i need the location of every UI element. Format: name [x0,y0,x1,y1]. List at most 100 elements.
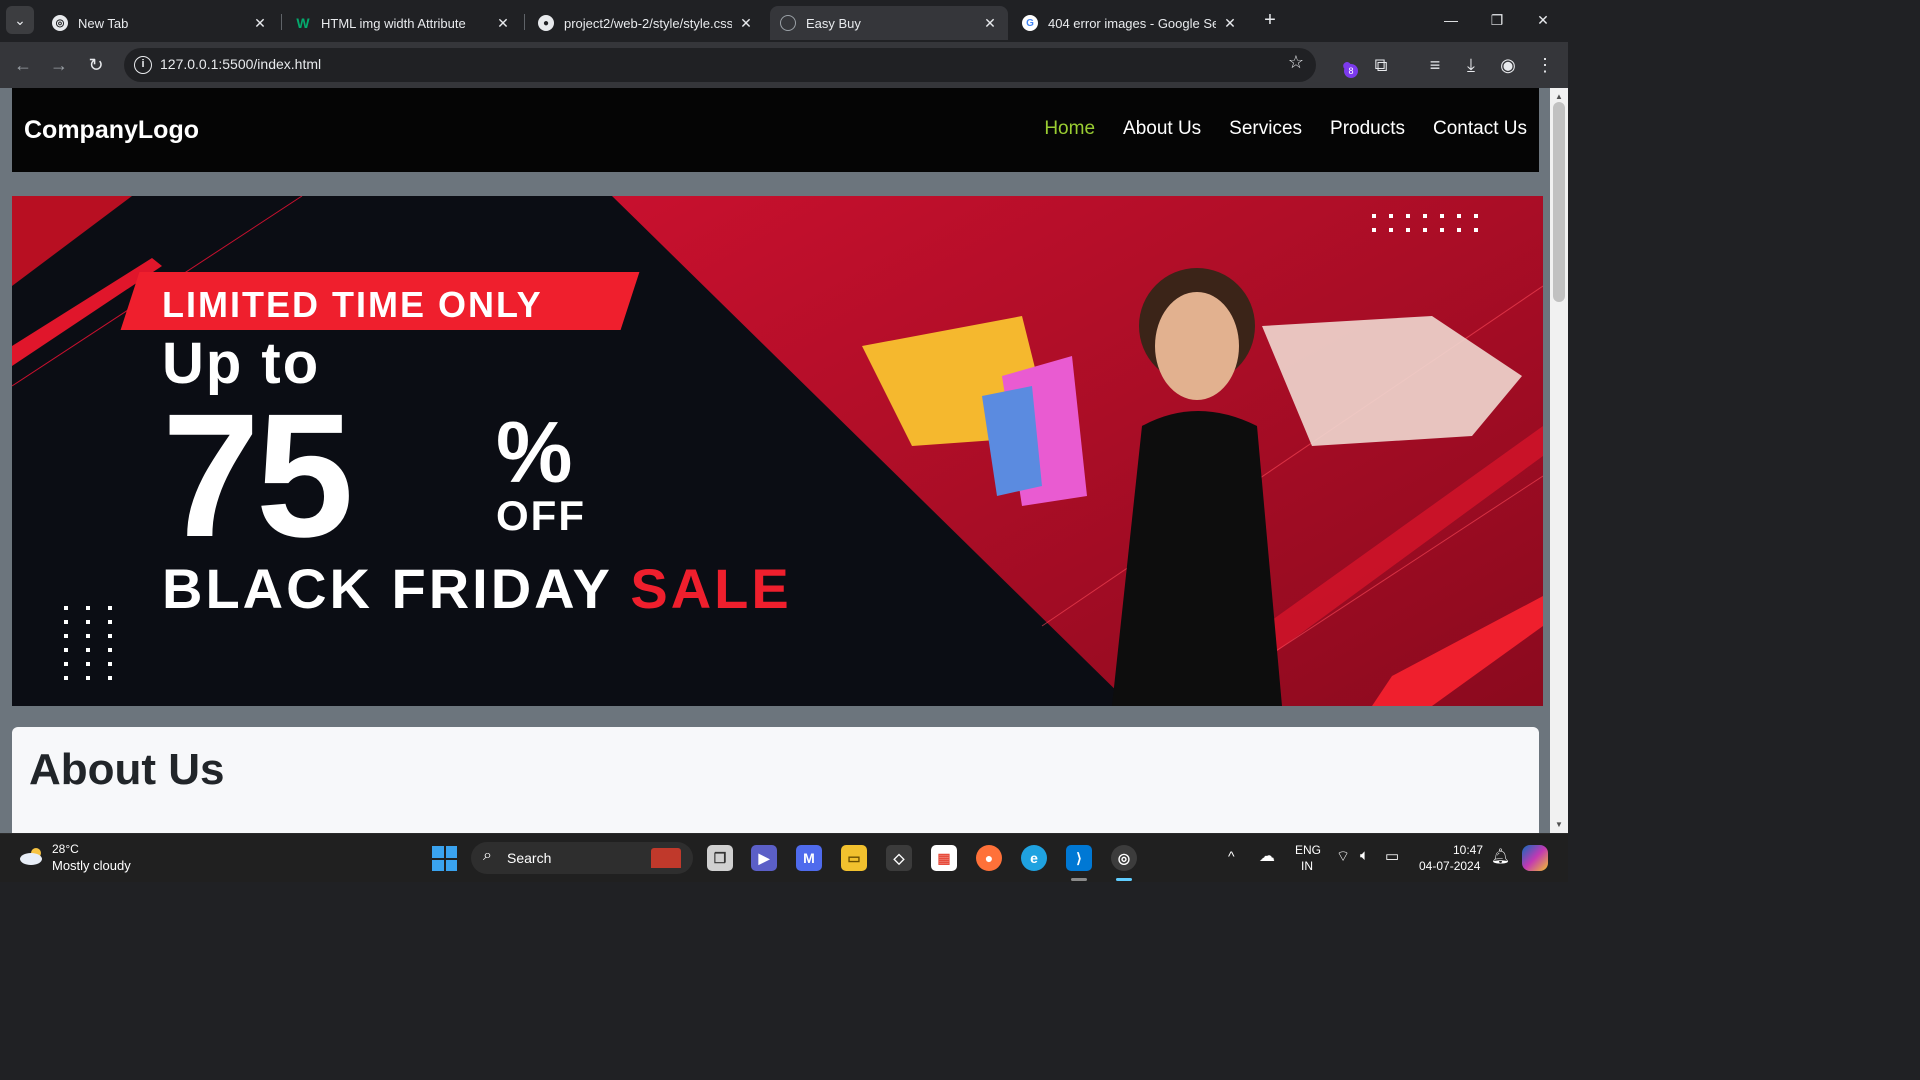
minimize-button[interactable]: — [1428,4,1474,36]
url-text[interactable]: 127.0.0.1:5500/index.html [160,56,321,72]
forward-button[interactable]: → [44,50,74,80]
plus-icon: + [1264,9,1276,31]
close-icon: ✕ [1537,12,1549,28]
tab-github-style[interactable]: ● project2/web-2/style/style.css a ✕ [528,6,764,40]
tab-new-tab[interactable]: ◎ New Tab ✕ [42,6,278,40]
reload-button[interactable]: ↻ [81,50,111,80]
close-icon[interactable]: ✕ [738,15,754,32]
nav-home[interactable]: Home [1044,118,1095,140]
vscode-running-indicator [1071,878,1087,881]
nav-contact-us[interactable]: Contact Us [1433,118,1527,140]
new-tab-button[interactable]: + [1258,8,1282,32]
globe-icon [780,15,796,31]
reading-list-button[interactable]: ≡ [1420,50,1450,80]
battery-icon[interactable]: ▭ [1385,847,1399,865]
editor-app-icon[interactable]: M [796,845,822,871]
limited-time-text: LIMITED TIME ONLY [162,284,543,325]
copilot-icon[interactable] [1522,845,1548,871]
extensions-button[interactable]: ⧉ [1366,50,1396,80]
page-viewport: CompanyLogo Home About Us Services Produ… [0,88,1550,833]
about-section: About Us [12,727,1539,833]
tab-google-search[interactable]: G 404 error images - Google Sear ✕ [1012,6,1248,40]
nav-about-us[interactable]: About Us [1123,118,1201,140]
microsoft-store-icon[interactable]: ▦ [931,845,957,871]
weather-temperature[interactable]: 28°C [52,842,79,856]
black-friday-headline: BLACK FRIDAY SALE [162,556,792,621]
download-icon: ⤓ [1467,55,1475,75]
volume-icon[interactable]: 🔈︎ [1360,847,1369,864]
clock-date[interactable]: 04-07-2024 [1419,859,1480,873]
site-navbar: CompanyLogo Home About Us Services Produ… [12,88,1539,172]
unity-icon[interactable]: ◇ [886,845,912,871]
menu-button[interactable]: ⋮ [1530,50,1560,80]
back-button[interactable]: ← [8,50,38,80]
profile-avatar-icon: ◉ [1500,55,1516,75]
about-heading: About Us [29,745,225,794]
tab-search-button[interactable]: ⌄ [6,6,34,34]
chrome-icon: ◎ [52,15,68,31]
teams-icon[interactable]: ▶ [751,845,777,871]
close-icon[interactable]: ✕ [982,15,998,32]
restore-button[interactable]: ❐ [1474,4,1520,36]
chevron-up-icon[interactable]: ^ [1228,848,1235,864]
bookmark-star-icon[interactable]: ☆ [1288,52,1304,73]
wifi-icon[interactable]: ⌔ [1336,847,1350,866]
chrome-icon[interactable]: ◎ [1111,845,1137,871]
off-text: OFF [496,492,586,539]
language-top[interactable]: ENG [1295,843,1321,857]
tab-divider [524,14,525,30]
tab-easy-buy[interactable]: Easy Buy ✕ [770,6,1008,40]
windows-start-icon[interactable] [432,846,457,871]
dot-grid-left [64,606,130,680]
minimize-icon: — [1444,12,1458,28]
edge-icon[interactable]: e [1021,845,1047,871]
clock-time[interactable]: 10:47 [1453,843,1483,857]
browser-toolbar: ← → ↻ i 127.0.0.1:5500/index.html ☆ ● 8 … [0,42,1568,88]
taskbar: 28°C Mostly cloudy ⌕ Search ❐ ▶ M ▭ ◇ ▦ … [0,833,1568,882]
company-logo[interactable]: CompanyLogo [24,116,199,145]
scroll-thumb[interactable] [1553,102,1565,302]
profile-button[interactable]: ◉ [1493,50,1523,80]
w3schools-icon: W [296,15,310,31]
tab-html-img-width[interactable]: W HTML img width Attribute ✕ [285,6,521,40]
tab-title: project2/web-2/style/style.css a [564,15,732,31]
close-icon[interactable]: ✕ [252,15,268,32]
site-info-icon[interactable]: i [134,56,152,74]
restore-icon: ❐ [1490,12,1504,28]
page-scrollbar[interactable]: ▲ ▼ [1550,88,1568,833]
address-bar[interactable]: i 127.0.0.1:5500/index.html ☆ [124,48,1316,82]
github-icon: ● [538,15,554,31]
language-bottom[interactable]: IN [1301,859,1313,873]
scroll-up-icon[interactable]: ▲ [1555,92,1563,101]
nav-products[interactable]: Products [1330,118,1405,140]
sale-text: SALE [630,557,792,620]
weather-description[interactable]: Mostly cloudy [52,858,131,873]
notification-bell-icon[interactable]: 🔔︎ [1491,847,1510,865]
dot-grid-right [1372,214,1491,232]
downloads-button[interactable]: ⤓ [1456,50,1486,80]
cloud-sun-icon[interactable] [18,846,46,866]
black-friday-text: BLACK FRIDAY [162,557,612,620]
tab-strip: ⌄ ◎ New Tab ✕ W HTML img width Attribute… [0,0,1568,42]
tab-title: New Tab [78,15,129,31]
vscode-icon[interactable]: ⟩ [1066,845,1092,871]
hero-banner: LIMITED TIME ONLY Up to 75 % OFF BLACK F… [12,196,1543,706]
chevron-down-icon: ⌄ [14,11,26,28]
search-icon: ⌕ [483,847,492,864]
percent-sign: % [496,405,573,501]
onedrive-cloud-icon[interactable]: ☁ [1259,846,1275,866]
close-icon[interactable]: ✕ [495,15,511,32]
file-explorer-icon[interactable]: ▭ [841,845,867,871]
google-icon: G [1022,15,1038,31]
close-icon[interactable]: ✕ [1222,15,1238,32]
kebab-menu-icon: ⋮ [1536,55,1554,75]
tab-title: Easy Buy [806,15,861,31]
task-view-icon[interactable]: ❐ [707,845,733,871]
tab-title: HTML img width Attribute [321,15,466,31]
taskbar-search[interactable]: ⌕ Search [471,842,693,874]
reload-icon: ↻ [88,55,104,75]
nav-services[interactable]: Services [1229,118,1302,140]
close-window-button[interactable]: ✕ [1520,4,1566,36]
firefox-icon[interactable]: ● [976,845,1002,871]
scroll-down-icon[interactable]: ▼ [1555,820,1563,829]
